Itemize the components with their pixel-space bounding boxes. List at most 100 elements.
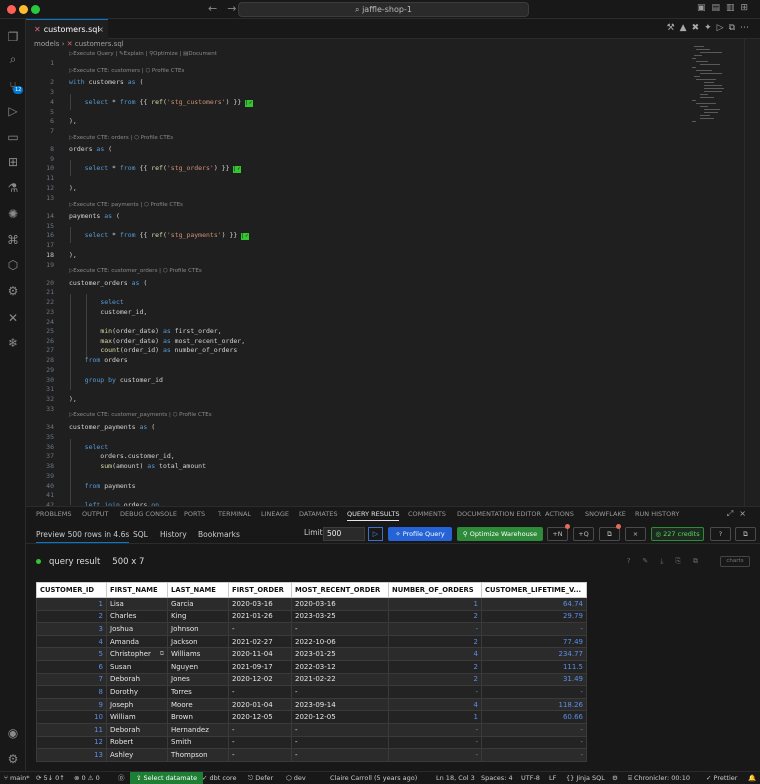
- table-cell[interactable]: 60.66: [481, 710, 587, 724]
- table-cell[interactable]: Lisa: [106, 597, 168, 611]
- tab-comments[interactable]: COMMENTS: [408, 510, 446, 518]
- code-lens[interactable]: ▷Execute CTE: customer_payments | ⬡ Prof…: [69, 412, 212, 418]
- table-cell[interactable]: 2021-01-26: [228, 609, 292, 624]
- table-cell[interactable]: 10: [36, 710, 107, 724]
- command-center-search[interactable]: ⌕ jaffle-shop-1: [238, 2, 529, 17]
- code-line[interactable]: select: [69, 298, 123, 306]
- table-cell[interactable]: 234.77: [481, 647, 587, 661]
- status-item[interactable]: LF: [549, 772, 556, 784]
- table-cell[interactable]: 2: [388, 634, 482, 649]
- column-header[interactable]: CUSTOMER_ID: [36, 582, 107, 598]
- table-row[interactable]: 1 Lisa Garcia 2020-03-16 2020-03-16 1 64.74: [36, 597, 587, 611]
- table-cell[interactable]: Torres: [167, 685, 229, 699]
- tab-debug-console[interactable]: DEBUG CONSOLE: [120, 510, 177, 518]
- table-cell[interactable]: -: [388, 722, 482, 737]
- code-lens[interactable]: ▷Execute CTE: customer_orders | ⬡ Profil…: [69, 268, 202, 274]
- table-row[interactable]: 4 Amanda Jackson 2021-02-27 2022-10-06 2 77.49: [36, 634, 587, 649]
- table-cell[interactable]: 2023-03-25: [291, 609, 389, 624]
- editor-actions[interactable]: ⚒▲✖✦▷⧉⋯: [667, 23, 754, 33]
- table-cell[interactable]: -: [481, 722, 587, 737]
- table-cell[interactable]: -: [388, 748, 482, 762]
- table-cell[interactable]: 2023-01-25: [291, 647, 389, 661]
- status-item[interactable]: ⎋ Defer: [248, 772, 273, 784]
- source-control-icon[interactable]: ⑂: [5, 78, 24, 94]
- tab-query-results[interactable]: QUERY RESULTS: [347, 510, 400, 521]
- editor-scrollbar[interactable]: [744, 39, 760, 506]
- table-row[interactable]: 13 Ashley Thompson - - - -: [36, 748, 587, 762]
- table-cell[interactable]: Amanda: [106, 634, 168, 649]
- table-cell[interactable]: 64.74: [481, 597, 587, 611]
- table-cell[interactable]: 77.49: [481, 634, 587, 649]
- code-line[interactable]: min(order_date) as first_order,: [69, 327, 221, 335]
- code-lens-query[interactable]: ▷Execute Query | ✎Explain | ⚲Optimize | …: [69, 51, 217, 57]
- code-editor[interactable]: ▷Execute Query | ✎Explain | ⚲Optimize | …: [26, 50, 686, 506]
- open-external-button[interactable]: ⧉: [735, 527, 756, 541]
- table-cell[interactable]: Hernandez: [167, 722, 229, 737]
- table-cell[interactable]: Joshua: [106, 622, 168, 636]
- code-line[interactable]: ),: [69, 117, 77, 125]
- table-cell[interactable]: -: [228, 735, 292, 750]
- subtab-sql[interactable]: SQL: [133, 530, 148, 539]
- table-cell[interactable]: 1: [388, 710, 482, 724]
- table-cell[interactable]: 8: [36, 685, 107, 699]
- account-icon[interactable]: ◉: [5, 725, 21, 741]
- tab-documentation-editor[interactable]: DOCUMENTATION EDITOR: [457, 510, 541, 518]
- table-row[interactable]: 6 Susan Nguyen 2021-09-17 2022-03-12 2 111.5: [36, 659, 587, 674]
- table-cell[interactable]: 6: [36, 659, 107, 674]
- code-line[interactable]: orders.customer_id,: [69, 452, 174, 460]
- table-cell[interactable]: -: [291, 735, 389, 750]
- table-cell[interactable]: 2020-11-04: [228, 647, 292, 661]
- code-line[interactable]: customer_orders as (: [69, 279, 147, 287]
- python-icon[interactable]: ⌘: [5, 232, 21, 248]
- panel-actions[interactable]: ⤢×: [727, 509, 752, 519]
- new-query-button[interactable]: +Q: [573, 527, 594, 541]
- code-line[interactable]: max(order_date) as most_recent_order,: [69, 337, 245, 345]
- status-item[interactable]: ⌸ Chronicler: 00:10: [628, 772, 690, 784]
- table-cell[interactable]: 2023-09-14: [291, 697, 389, 712]
- table-cell[interactable]: 2022-10-06: [291, 634, 389, 649]
- close-window-button[interactable]: [7, 5, 16, 14]
- tab-ports[interactable]: PORTS: [184, 510, 205, 518]
- table-cell[interactable]: 11: [36, 722, 107, 737]
- table-cell[interactable]: 118.26: [481, 697, 587, 712]
- dbt-icon[interactable]: ✺: [5, 206, 21, 222]
- settings-sync-icon[interactable]: ⚙: [5, 283, 21, 299]
- status-item[interactable]: 🔔: [748, 772, 756, 784]
- explorer-icon[interactable]: ❐: [5, 29, 21, 45]
- layout-controls[interactable]: ▣▤▥⊞: [697, 3, 754, 13]
- database-icon[interactable]: ⬡: [5, 257, 21, 273]
- profile-query-button[interactable]: ✧ Profile Query: [388, 527, 452, 541]
- table-cell[interactable]: 2020-12-05: [291, 710, 389, 724]
- code-line[interactable]: payments as (: [69, 212, 120, 220]
- table-cell[interactable]: -: [291, 748, 389, 762]
- table-cell[interactable]: Jones: [167, 672, 229, 687]
- code-line[interactable]: customer_id,: [69, 308, 147, 316]
- table-cell[interactable]: 5: [36, 647, 107, 661]
- tab-datamates[interactable]: DATAMATES: [299, 510, 338, 518]
- table-cell[interactable]: Deborah: [106, 672, 168, 687]
- table-cell[interactable]: Joseph: [106, 697, 168, 712]
- status-item[interactable]: Spaces: 4: [481, 772, 513, 784]
- table-cell[interactable]: -: [388, 622, 482, 636]
- column-header[interactable]: LAST_NAME: [167, 582, 229, 598]
- table-cell[interactable]: Christopher: [106, 647, 168, 661]
- status-item[interactable]: ⊗ 0 ⚠ 0: [74, 772, 100, 784]
- table-cell[interactable]: 13: [36, 748, 107, 762]
- tab-terminal[interactable]: TERMINAL: [218, 510, 251, 518]
- code-line[interactable]: select * from {{ ref('stg_payments') }} …: [69, 231, 250, 240]
- code-line[interactable]: group by customer_id: [69, 376, 163, 384]
- code-line[interactable]: from payments: [69, 482, 136, 490]
- table-row[interactable]: 8 Dorothy Torres - - - -: [36, 685, 587, 699]
- code-line[interactable]: select * from {{ ref('stg_customers') }}…: [69, 98, 254, 107]
- code-line[interactable]: orders as (: [69, 145, 112, 153]
- table-cell[interactable]: Brown: [167, 710, 229, 724]
- subtab-history[interactable]: History: [160, 530, 187, 539]
- table-cell[interactable]: 2020-12-05: [228, 710, 292, 724]
- column-header[interactable]: MOST_RECENT_ORDER: [291, 582, 389, 598]
- search-icon[interactable]: ⌕: [5, 51, 21, 67]
- testing-icon[interactable]: ⚗: [5, 180, 21, 196]
- table-row[interactable]: 3 Joshua Johnson - - - -: [36, 622, 587, 636]
- code-lens[interactable]: ▷Execute CTE: orders | ⬡ Profile CTEs: [69, 135, 173, 141]
- code-line[interactable]: count(order_id) as number_of_orders: [69, 346, 237, 354]
- status-item[interactable]: Claire Carroll (5 years ago): [330, 772, 417, 784]
